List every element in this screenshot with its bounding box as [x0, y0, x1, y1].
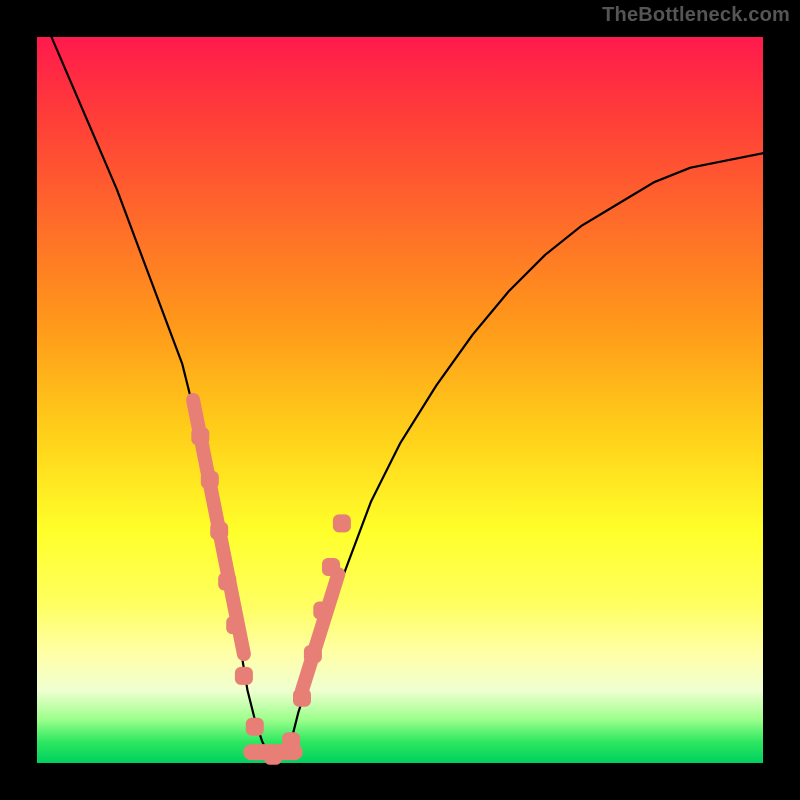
- marker-8: [282, 732, 300, 750]
- chart-overlay: [37, 37, 763, 763]
- marker-12: [322, 558, 340, 576]
- marker-2: [210, 522, 228, 540]
- marker-13: [333, 514, 351, 532]
- marker-6: [246, 718, 264, 736]
- marker-9: [293, 689, 311, 707]
- marker-5: [235, 667, 253, 685]
- marker-1: [201, 471, 219, 489]
- bottleneck-curve: [52, 37, 764, 763]
- marker-10: [304, 645, 322, 663]
- marker-0: [191, 427, 209, 445]
- marker-11: [313, 602, 331, 620]
- marker-3: [218, 573, 236, 591]
- curve-path: [52, 37, 764, 763]
- chart-frame: TheBottleneck.com: [0, 0, 800, 800]
- marker-7: [264, 747, 282, 765]
- watermark-text: TheBottleneck.com: [602, 4, 790, 27]
- highlight-right: [302, 574, 338, 690]
- marker-4: [226, 616, 244, 634]
